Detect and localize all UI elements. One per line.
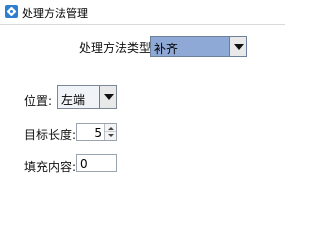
chevron-down-icon [104,94,114,100]
window-title: 处理方法管理 [22,7,88,20]
app-icon [5,5,18,18]
position-select[interactable]: 左端 [57,85,117,109]
method-type-value: 补齐 [154,42,179,56]
target-length-spinner[interactable]: 5 [76,123,117,141]
position-label: 位置: [24,94,53,108]
dialog-window: 处理方法管理 处理方法类型: 补齐 位置: 左端 目标长度: 5 填充内容: 0 [0,0,285,203]
spin-down-icon[interactable] [105,132,116,140]
method-type-select[interactable]: 补齐 [150,36,247,57]
position-dropdown-button[interactable] [99,86,116,108]
fill-content-value: 0 [80,157,88,171]
fill-content-input[interactable]: 0 [76,154,117,172]
method-type-label: 处理方法类型: [79,41,156,55]
spinner-buttons [104,124,116,140]
spin-up-icon[interactable] [105,124,116,132]
title-bar[interactable]: 处理方法管理 [0,0,285,25]
chevron-down-icon [234,43,244,50]
position-value: 左端 [61,93,86,107]
fill-content-label: 填充内容: [24,160,77,174]
target-length-value: 5 [94,126,102,140]
target-length-label: 目标长度: [24,128,77,142]
method-type-dropdown-button[interactable] [229,37,246,56]
form-panel: 处理方法类型: 补齐 位置: 左端 目标长度: 5 填充内容: 0 [0,25,285,203]
